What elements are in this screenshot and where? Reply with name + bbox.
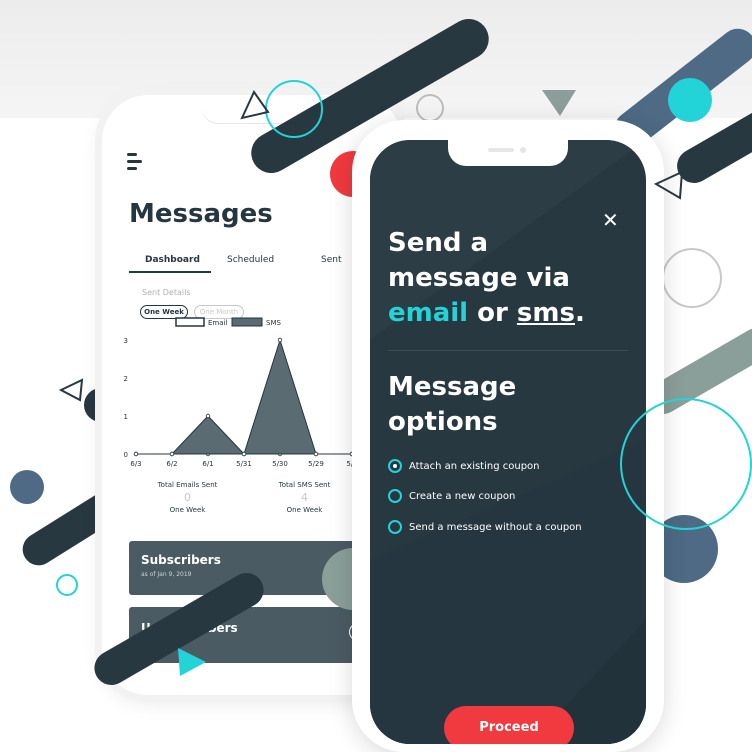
x-tick-label: 6/3	[130, 460, 141, 468]
stat-emails-period: One Week	[169, 506, 206, 514]
tab-underline	[129, 271, 211, 273]
or-word: or	[468, 298, 517, 328]
options-title-line1: Message	[388, 372, 517, 402]
tab-scheduled[interactable]: Scheduled	[227, 255, 274, 265]
stat-sms-period: One Week	[286, 506, 323, 514]
proceed-button[interactable]: Proceed	[444, 706, 574, 744]
option-new-coupon[interactable]: Create a new coupon	[388, 487, 515, 505]
radio-icon[interactable]	[388, 520, 402, 534]
decor-triangle	[240, 90, 270, 120]
subscribers-date: as of Jan 9, 2019	[141, 571, 192, 578]
legend-email-label: Email	[208, 319, 227, 327]
options-title-line2: options	[388, 407, 498, 437]
subscribers-title: Subscribers	[141, 553, 221, 567]
option-label: Attach an existing coupon	[409, 460, 540, 472]
divider	[388, 350, 628, 351]
data-point	[133, 451, 139, 457]
stat-emails-value: 0	[184, 491, 191, 504]
x-tick-label: 6/2	[166, 460, 177, 468]
heading-send: Send a message via email or sms.	[388, 226, 585, 331]
camera	[520, 147, 526, 153]
legend-sms-label: SMS	[266, 319, 281, 327]
stat-emails: Total Emails Sent 0 One Week	[140, 481, 235, 514]
decor-triangle	[178, 648, 206, 676]
tab-dashboard[interactable]: Dashboard	[145, 255, 200, 265]
radio-icon[interactable]	[388, 489, 402, 503]
chart-caption: Sent Details	[142, 288, 191, 297]
data-point	[277, 337, 283, 343]
option-existing-coupon[interactable]: Attach an existing coupon	[388, 457, 540, 475]
radio-selected-icon[interactable]	[388, 459, 402, 473]
data-point	[205, 413, 211, 419]
y-tick-label: 2	[124, 375, 128, 383]
phone-screen: ✕ Send a message via email or sms. Messa…	[370, 140, 646, 744]
heading-dot: .	[574, 298, 585, 328]
decor-dot	[668, 78, 712, 122]
x-tick-label: 5/30	[272, 460, 288, 468]
decor-dot	[10, 470, 44, 504]
data-point	[241, 451, 247, 457]
option-label: Send a message without a coupon	[409, 521, 582, 533]
legend-email-swatch	[175, 317, 205, 327]
sms-email-chart: 0123EmailSMS6/36/26/15/315/305/295/2	[124, 317, 358, 468]
option-label: Create a new coupon	[409, 490, 516, 502]
heading-line2: message via	[388, 263, 570, 293]
close-icon[interactable]: ✕	[602, 208, 619, 232]
legend-sms-swatch	[231, 317, 263, 327]
page-title: Messages	[129, 199, 273, 229]
sms-word: sms	[516, 298, 575, 328]
y-tick-label: 3	[124, 337, 128, 345]
front-phone: ✕ Send a message via email or sms. Messa…	[352, 120, 664, 752]
tab-sent[interactable]: Sent	[321, 255, 341, 265]
speaker	[488, 148, 514, 152]
x-tick-label: 5/29	[308, 460, 324, 468]
options-title: Message options	[388, 370, 516, 440]
stat-sms-value: 4	[301, 491, 308, 504]
stat-emails-label: Total Emails Sent	[157, 481, 218, 489]
x-tick-label: 6/1	[202, 460, 213, 468]
x-tick-label: 5/31	[236, 460, 252, 468]
decor-triangle	[542, 90, 576, 116]
decor-triangle	[58, 378, 84, 402]
heading-line3: email or sms.	[388, 296, 585, 331]
menu-icon[interactable]	[127, 153, 142, 174]
decor-ring	[620, 398, 752, 530]
tab-bar: Dashboard Scheduled Sent	[129, 255, 389, 275]
decor-ring	[416, 94, 444, 122]
series-area-sms	[136, 338, 352, 455]
decor-ring	[662, 248, 722, 308]
y-tick-label: 1	[124, 413, 128, 421]
data-point	[169, 451, 175, 457]
data-point	[313, 451, 319, 457]
decor-ring	[265, 80, 323, 138]
email-word: email	[388, 298, 469, 328]
option-no-coupon[interactable]: Send a message without a coupon	[388, 518, 582, 536]
stat-sms: Total SMS Sent 4 One Week	[257, 481, 352, 514]
stat-sms-label: Total SMS Sent	[278, 481, 331, 489]
decor-ring	[56, 574, 78, 596]
y-tick-label: 0	[124, 451, 128, 459]
heading-line1: Send a	[388, 228, 489, 258]
phone-notch	[448, 140, 568, 166]
